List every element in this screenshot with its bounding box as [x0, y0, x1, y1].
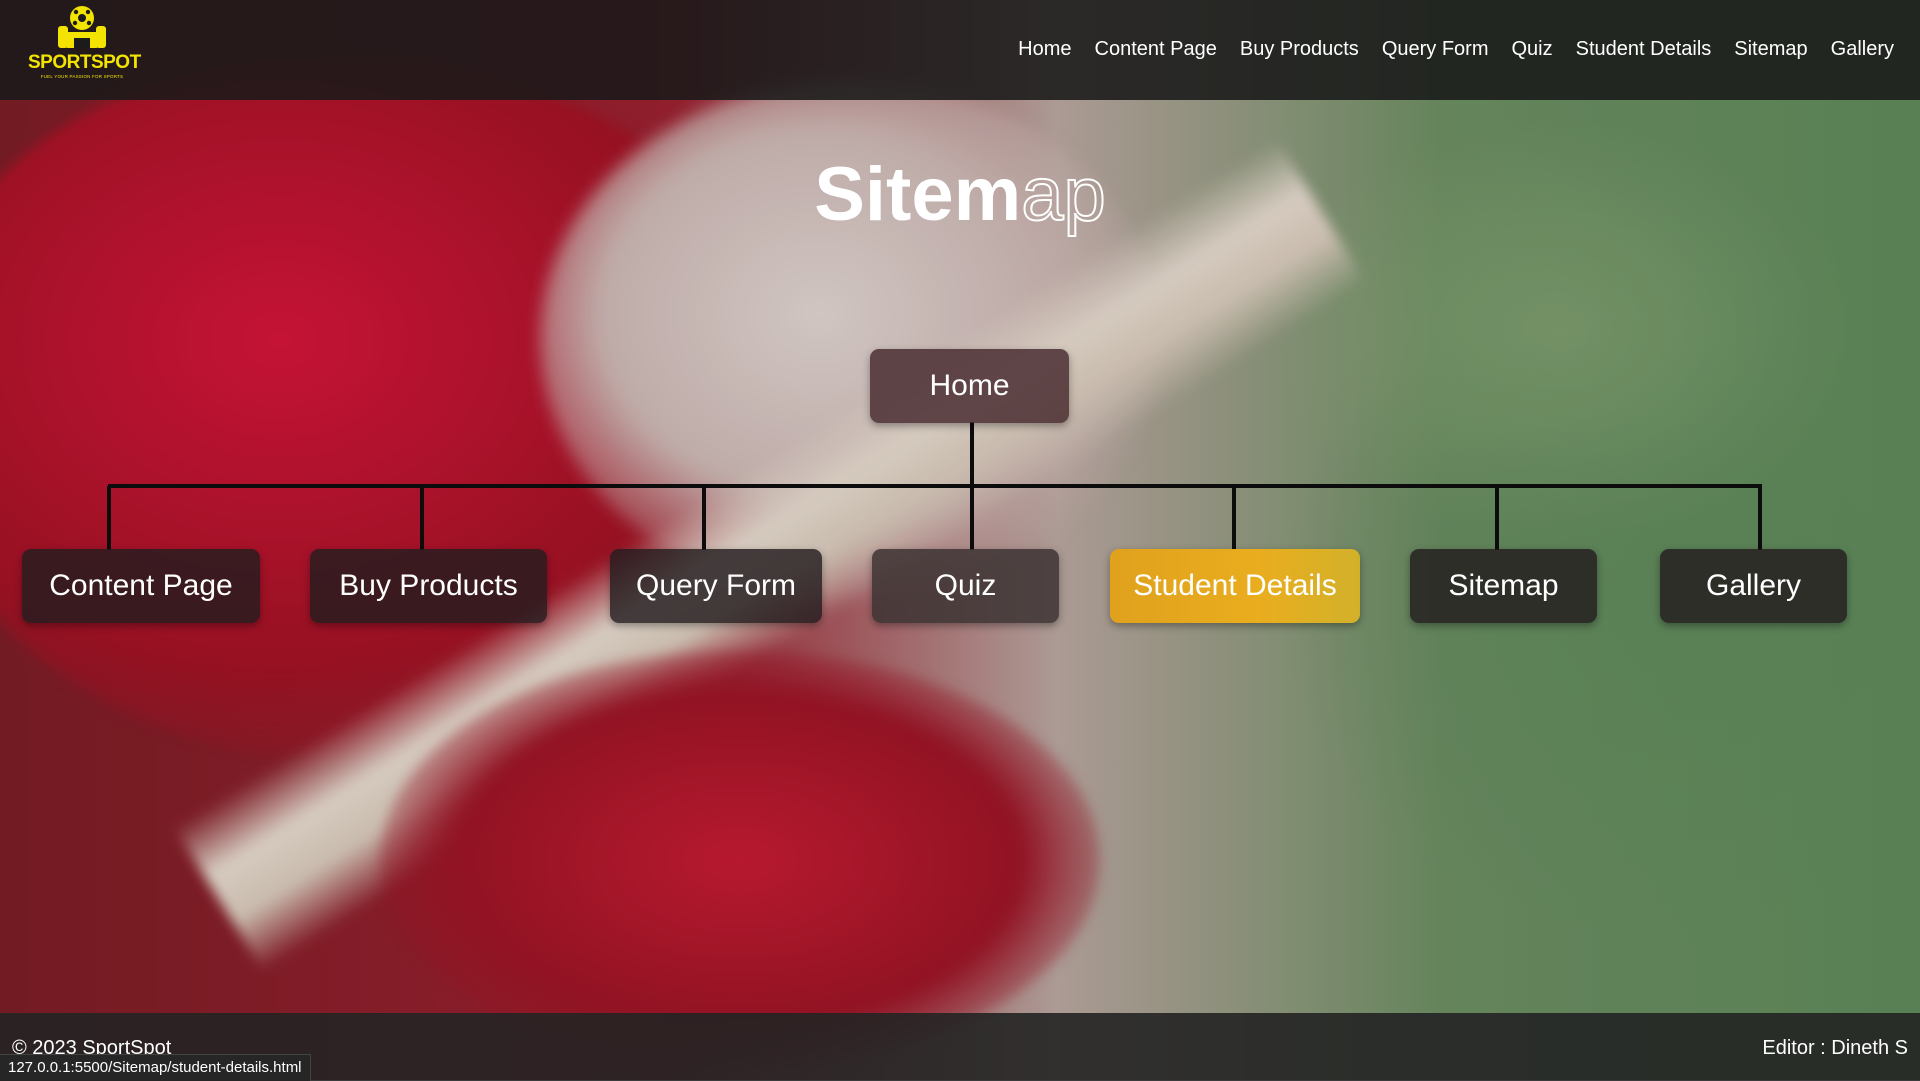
browser-status-url: 127.0.0.1:5500/Sitemap/student-details.h… [0, 1054, 311, 1081]
sitemap-node-content-page[interactable]: Content Page [22, 549, 260, 623]
editor-credit: Editor : Dineth S [1762, 1037, 1908, 1059]
sitemap-node-buy-products[interactable]: Buy Products [310, 549, 547, 623]
sitemap-node-query-form[interactable]: Query Form [610, 549, 822, 623]
sitemap-connectors [107, 422, 1762, 550]
sitemap-node-quiz[interactable]: Quiz [872, 549, 1059, 623]
sitemap-node-home[interactable]: Home [870, 349, 1069, 423]
sitemap-node-sitemap[interactable]: Sitemap [1410, 549, 1597, 623]
sitemap-node-gallery[interactable]: Gallery [1660, 549, 1847, 623]
sitemap-node-student-details[interactable]: Student Details [1110, 549, 1360, 623]
